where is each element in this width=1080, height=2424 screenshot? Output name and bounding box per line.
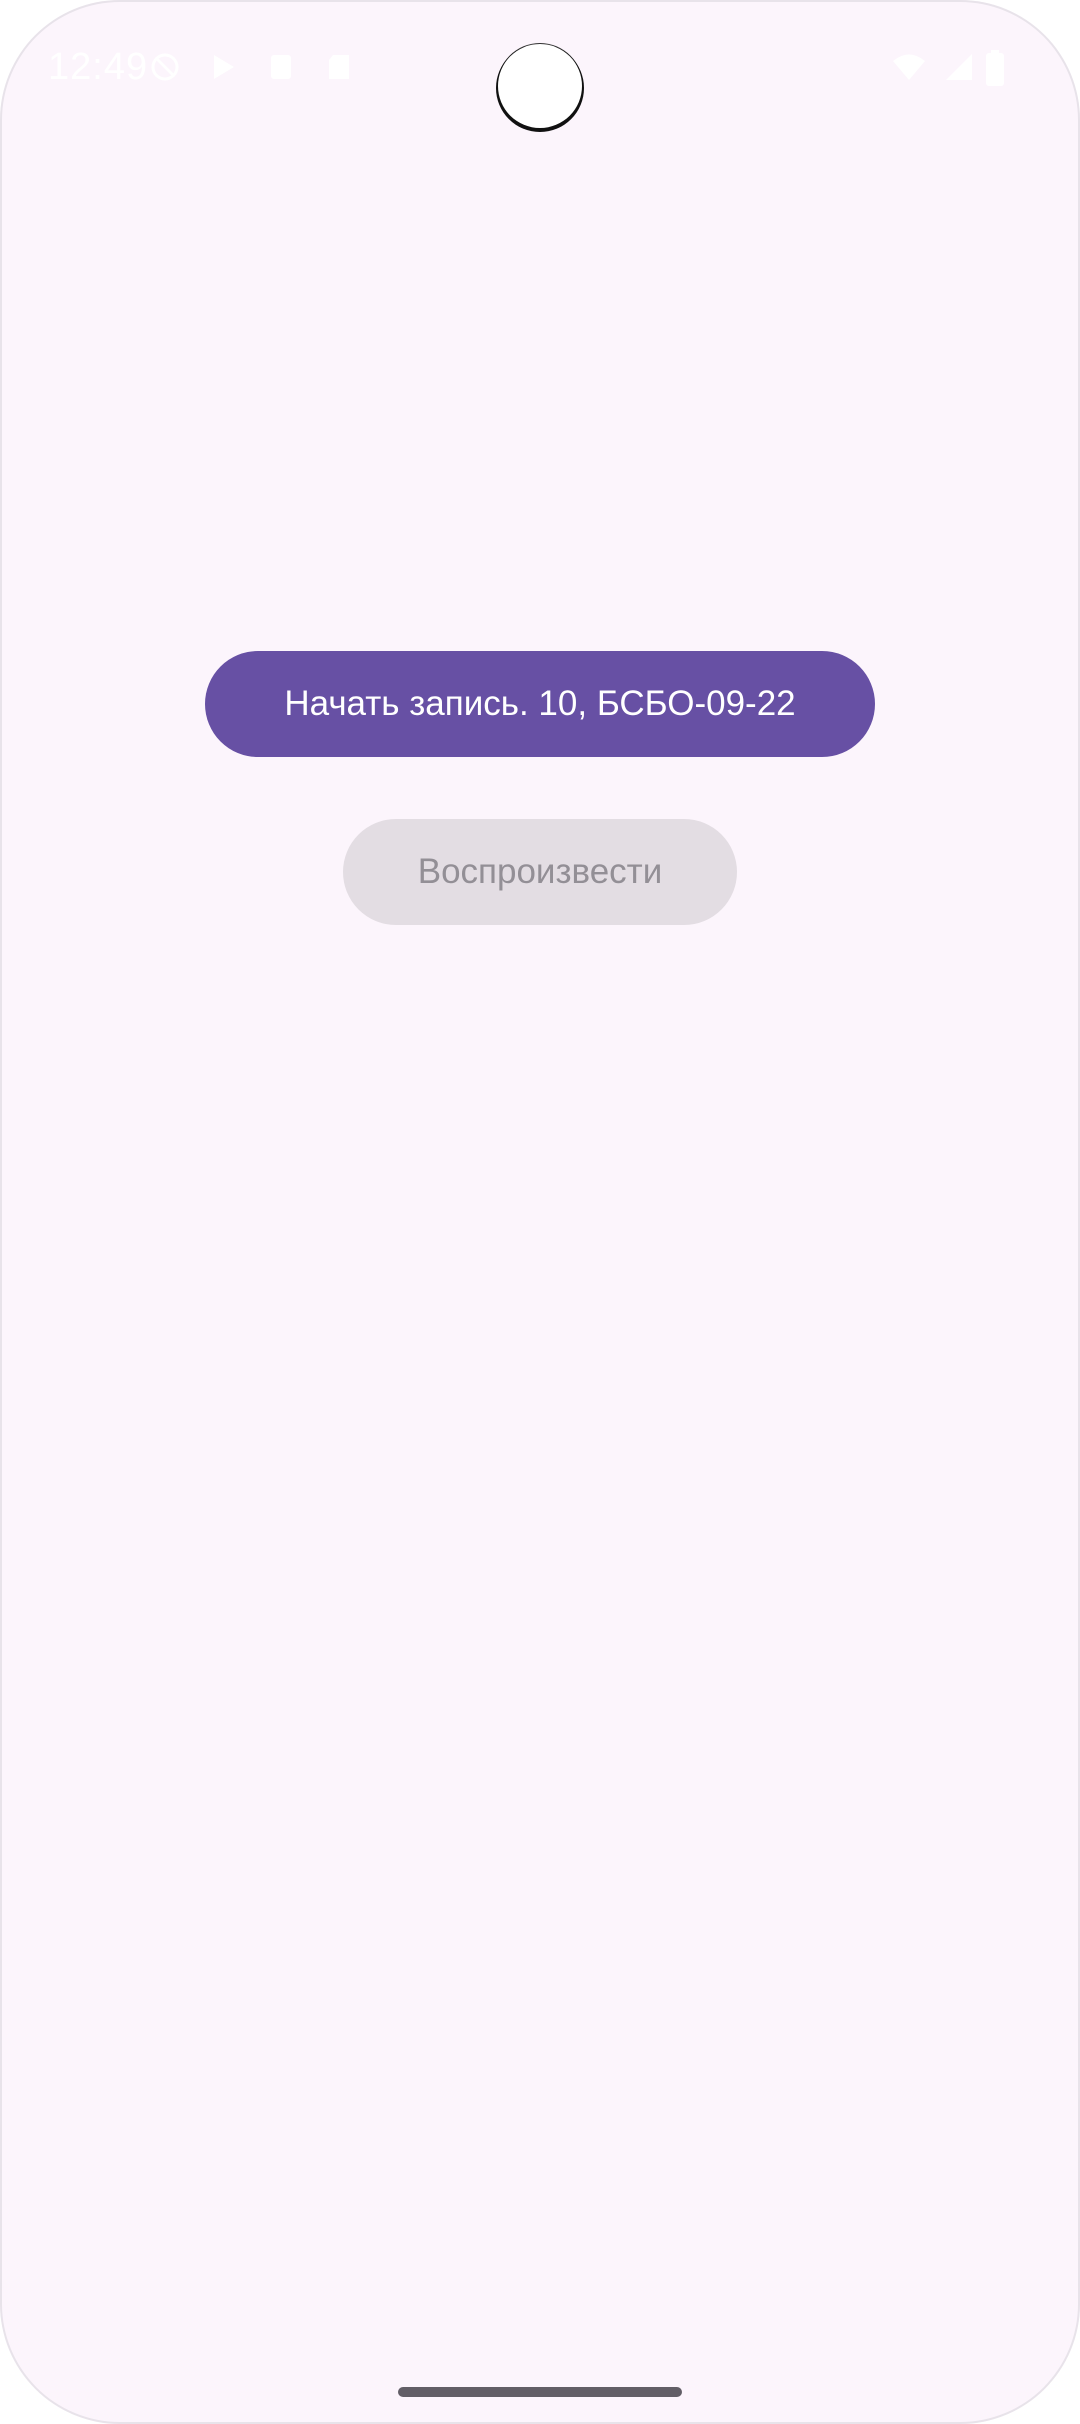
status-time: 12:49: [48, 46, 149, 88]
do-not-disturb-icon: [150, 52, 180, 82]
play-label: Воспроизвести: [417, 852, 663, 891]
play-button[interactable]: Воспроизвести: [343, 819, 737, 925]
cellular-signal-icon: [944, 52, 974, 82]
front-camera-cutout: [498, 44, 582, 128]
wifi-icon: [892, 52, 926, 82]
start-recording-label: Начать запись. 10, БСБО-09-22: [284, 684, 796, 723]
home-indicator[interactable]: [398, 2387, 682, 2397]
notification-icon: [266, 52, 296, 82]
start-recording-button[interactable]: Начать запись. 10, БСБО-09-22: [205, 651, 875, 757]
battery-icon: [986, 50, 1004, 86]
play-store-icon: [208, 52, 238, 82]
phone-screen: 12:49 Начать запись. 10, БСБО-09-22 Восп…: [0, 0, 1080, 2424]
sd-card-icon: [324, 52, 354, 82]
